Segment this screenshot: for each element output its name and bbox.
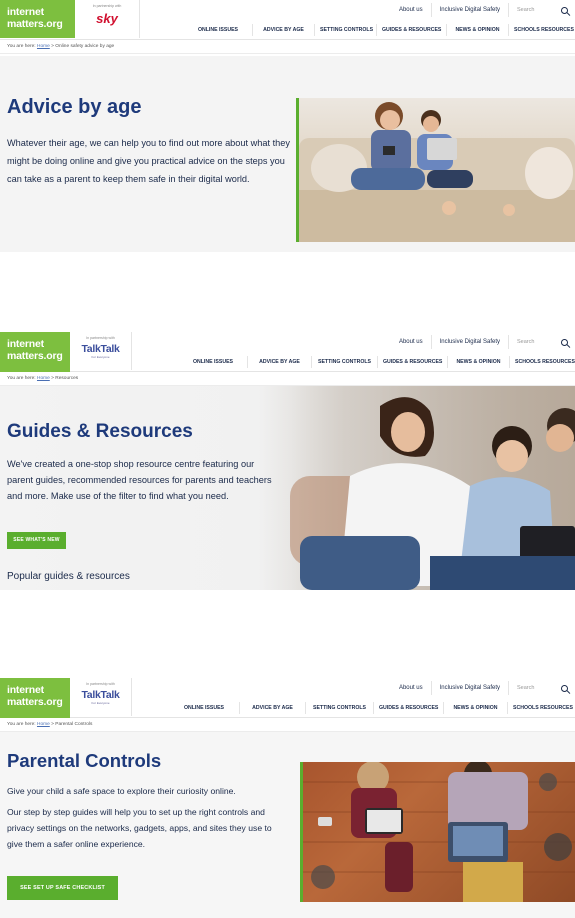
logo-line-1: internet xyxy=(7,6,44,18)
breadcrumb-prefix: You are here: xyxy=(7,722,36,727)
family-with-laptop-illustration xyxy=(290,397,575,590)
main-nav: ONLINE ISSUES ADVICE BY AGE SETTING CONT… xyxy=(169,700,575,716)
nav-guides-resources[interactable]: GUIDES & RESOURCES xyxy=(373,702,443,714)
breadcrumb-home[interactable]: Home xyxy=(37,722,50,727)
logo-line-2: matters.org xyxy=(7,350,63,362)
top-links: About us Inclusive Digital Safety Search xyxy=(391,678,575,698)
breadcrumb-current: Parental Controls xyxy=(55,722,93,727)
nav-news-opinion[interactable]: NEWS & OPINION xyxy=(443,702,507,714)
inclusive-digital-safety-link[interactable]: Inclusive Digital Safety xyxy=(432,335,509,349)
talktalk-logo: TalkTalk xyxy=(81,343,120,355)
nav-advice-by-age[interactable]: ADVICE BY AGE xyxy=(252,24,314,36)
breadcrumb-current: Online safety advice by age xyxy=(55,44,115,49)
about-us-link[interactable]: About us xyxy=(391,335,432,349)
partner-logo[interactable]: In partnership with TalkTalk For Everyon… xyxy=(70,332,132,370)
site-header: internet matters.org In partnership with… xyxy=(0,0,575,40)
page-title: Parental Controls xyxy=(7,750,162,771)
site-header: internet matters.org In partnership with… xyxy=(0,678,575,718)
nav-setting-controls[interactable]: SETTING CONTROLS xyxy=(311,356,377,368)
main-nav: ONLINE ISSUES ADVICE BY AGE SETTING CONT… xyxy=(184,22,575,38)
top-links: About us Inclusive Digital Safety Search xyxy=(391,332,575,352)
nav-news-opinion[interactable]: NEWS & OPINION xyxy=(447,356,509,368)
nav-schools-resources[interactable]: SCHOOLS RESOURCES xyxy=(509,356,575,368)
guides-resources-screenshot: internet matters.org In partnership with… xyxy=(0,332,575,590)
breadcrumb-separator: > xyxy=(51,722,54,727)
see-whats-new-button[interactable]: SEE WHAT'S NEW xyxy=(7,532,66,549)
page-description: Our step by step guides will help you to… xyxy=(7,807,272,849)
nav-online-issues[interactable]: ONLINE ISSUES xyxy=(179,356,247,368)
logo-line-1: internet xyxy=(7,684,44,696)
nav-advice-by-age[interactable]: ADVICE BY AGE xyxy=(247,356,311,368)
hero-image xyxy=(303,762,575,902)
logo-line-1: internet xyxy=(7,338,44,350)
partner-label: In partnership with xyxy=(86,336,115,340)
kids-with-devices-illustration xyxy=(303,762,575,902)
hero-section: Guides & Resources We've created a one-s… xyxy=(0,386,575,590)
search-icon[interactable] xyxy=(561,6,568,14)
partner-label: In partnership with xyxy=(86,682,115,686)
breadcrumb: You are here: Home > Parental Controls xyxy=(0,718,575,732)
page-title: Guides & Resources xyxy=(7,421,193,442)
nav-setting-controls[interactable]: SETTING CONTROLS xyxy=(314,24,376,36)
breadcrumb: You are here: Home > Resources xyxy=(0,372,575,386)
page-intro: Give your child a safe space to explore … xyxy=(7,786,236,796)
search-placeholder: Search xyxy=(517,7,535,13)
hero-section: Parental Controls Give your child a safe… xyxy=(0,732,575,918)
breadcrumb-prefix: You are here: xyxy=(7,44,36,49)
hero-image xyxy=(290,386,575,590)
search-input[interactable]: Search xyxy=(509,338,575,346)
about-us-link[interactable]: About us xyxy=(391,681,432,695)
logo-line-2: matters.org xyxy=(7,696,63,708)
sky-logo: sky xyxy=(96,11,118,26)
breadcrumb-separator: > xyxy=(51,44,54,49)
internet-matters-logo[interactable]: internet matters.org xyxy=(0,332,70,372)
partner-logo[interactable]: In partnership with sky xyxy=(75,0,140,38)
search-input[interactable]: Search xyxy=(509,6,575,14)
about-us-link[interactable]: About us xyxy=(391,3,432,17)
breadcrumb-prefix: You are here: xyxy=(7,376,36,381)
partner-sub: For Everyone xyxy=(91,701,110,705)
parental-controls-screenshot: internet matters.org In partnership with… xyxy=(0,678,575,918)
logo-line-2: matters.org xyxy=(7,18,63,30)
partner-logo[interactable]: In partnership with TalkTalk For Everyon… xyxy=(70,678,132,716)
nav-setting-controls[interactable]: SETTING CONTROLS xyxy=(305,702,373,714)
site-header: internet matters.org In partnership with… xyxy=(0,332,575,372)
breadcrumb-current: Resources xyxy=(55,376,79,381)
nav-news-opinion[interactable]: NEWS & OPINION xyxy=(446,24,508,36)
nav-advice-by-age[interactable]: ADVICE BY AGE xyxy=(239,702,305,714)
safe-checklist-button[interactable]: SEE SET UP SAFE CHECKLIST xyxy=(7,876,118,900)
partner-label: In partnership with xyxy=(92,4,122,8)
inclusive-digital-safety-link[interactable]: Inclusive Digital Safety xyxy=(432,681,509,695)
search-icon[interactable] xyxy=(561,338,568,346)
hero-image xyxy=(299,98,575,242)
search-placeholder: Search xyxy=(517,339,535,345)
search-placeholder: Search xyxy=(517,685,535,691)
nav-guides-resources[interactable]: GUIDES & RESOURCES xyxy=(376,24,446,36)
main-nav: ONLINE ISSUES ADVICE BY AGE SETTING CONT… xyxy=(179,354,575,370)
hero-section: Advice by age Whatever their age, we can… xyxy=(0,56,575,252)
talktalk-logo: TalkTalk xyxy=(81,689,120,701)
breadcrumb-separator: > xyxy=(51,376,54,381)
page-title: Advice by age xyxy=(7,96,142,118)
internet-matters-logo[interactable]: internet matters.org xyxy=(0,678,70,718)
advice-by-age-screenshot: internet matters.org In partnership with… xyxy=(0,0,575,252)
nav-online-issues[interactable]: ONLINE ISSUES xyxy=(184,24,252,36)
popular-guides-heading: Popular guides & resources xyxy=(7,571,130,582)
nav-schools-resources[interactable]: SCHOOLS RESOURCES xyxy=(508,24,575,36)
top-links: About us Inclusive Digital Safety Search xyxy=(391,0,575,20)
partner-sub: For Everyone xyxy=(91,355,110,359)
search-input[interactable]: Search xyxy=(509,684,575,692)
internet-matters-logo[interactable]: internet matters.org xyxy=(0,0,75,38)
nav-schools-resources[interactable]: SCHOOLS RESOURCES xyxy=(507,702,575,714)
nav-guides-resources[interactable]: GUIDES & RESOURCES xyxy=(377,356,447,368)
page-description: We've created a one-stop shop resource c… xyxy=(7,459,272,501)
nav-online-issues[interactable]: ONLINE ISSUES xyxy=(169,702,239,714)
breadcrumb: You are here: Home > Online safety advic… xyxy=(0,40,575,54)
search-icon[interactable] xyxy=(561,684,568,692)
page-description: Whatever their age, we can help you to f… xyxy=(7,138,290,184)
breadcrumb-home[interactable]: Home xyxy=(37,44,50,49)
breadcrumb-home[interactable]: Home xyxy=(37,376,50,381)
inclusive-digital-safety-link[interactable]: Inclusive Digital Safety xyxy=(432,3,509,17)
children-on-sofa-illustration xyxy=(299,102,575,242)
